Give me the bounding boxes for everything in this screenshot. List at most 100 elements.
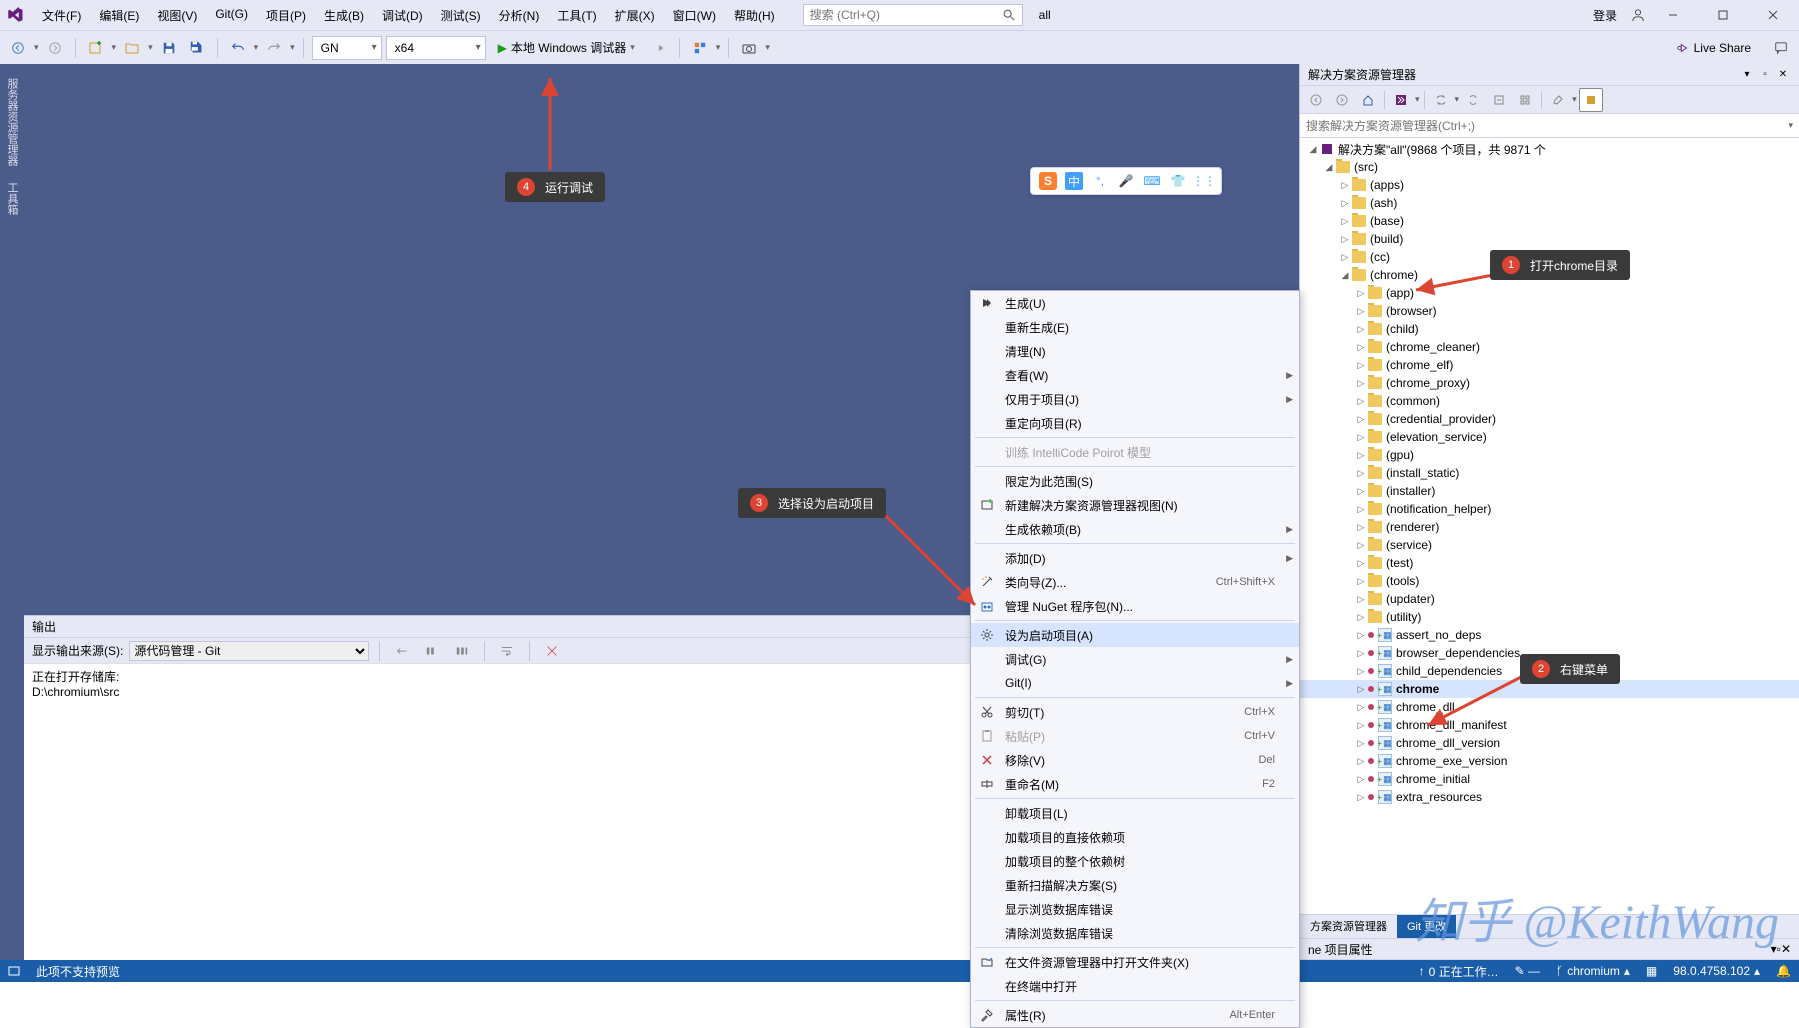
undo-button[interactable] [226, 36, 250, 60]
project-item[interactable]: ▷+▦chrome_dll_manifest [1300, 716, 1799, 734]
output-toggle2-button[interactable] [450, 639, 474, 663]
run-debug-button[interactable]: ▶ 本地 Windows 调试器 ▾ [490, 35, 643, 61]
tree-row[interactable]: ▷(base) [1300, 212, 1799, 230]
menu-item[interactable]: 调试(D) [374, 3, 431, 28]
context-menu-item[interactable]: 在文件资源管理器中打开文件夹(X) [971, 950, 1299, 974]
context-menu-item[interactable]: 剪切(T)Ctrl+X [971, 700, 1299, 724]
sol-collapse-button[interactable] [1487, 88, 1511, 112]
context-menu-item[interactable]: 添加(D)▶ [971, 546, 1299, 570]
menu-item[interactable]: 测试(S) [433, 3, 489, 28]
menu-item[interactable]: 生成(B) [316, 3, 372, 28]
solution-search-input[interactable]: ▾ [1300, 114, 1799, 138]
context-menu-item[interactable]: 属性(R)Alt+Enter [971, 1003, 1299, 1027]
menu-item[interactable]: 窗口(W) [665, 3, 724, 28]
tree-row[interactable]: ▷(common) [1300, 392, 1799, 410]
extension-button[interactable] [688, 36, 712, 60]
panel-close-button[interactable]: ✕ [1775, 67, 1791, 83]
live-share-button[interactable]: Live Share [1668, 37, 1759, 59]
tree-row[interactable]: ▷(child) [1300, 320, 1799, 338]
status-work[interactable]: ↑ 0 正在工作… [1419, 963, 1499, 980]
context-menu-item[interactable]: 显示浏览数据库错误 [971, 897, 1299, 921]
context-menu-item[interactable]: 卸载项目(L) [971, 801, 1299, 825]
context-menu-item[interactable]: 设为启动项目(A) [971, 623, 1299, 647]
sol-fwd-button[interactable] [1330, 88, 1354, 112]
status-pencil-icon[interactable]: ✎ — [1515, 964, 1540, 978]
save-all-button[interactable] [185, 36, 209, 60]
sol-home-button[interactable] [1356, 88, 1380, 112]
tree-row[interactable]: ▷(ash) [1300, 194, 1799, 212]
camera-button[interactable] [737, 36, 761, 60]
tree-row[interactable]: ▷(updater) [1300, 590, 1799, 608]
output-clear2-button[interactable] [540, 639, 564, 663]
context-menu-item[interactable]: 新建解决方案资源管理器视图(N) [971, 493, 1299, 517]
sol-showall-button[interactable] [1513, 88, 1537, 112]
ime-zh-icon[interactable]: 中 [1065, 172, 1083, 190]
server-explorer-tab[interactable]: 服务器资源管理器 [0, 70, 24, 174]
new-project-button[interactable] [84, 36, 108, 60]
nav-back-button[interactable] [6, 36, 30, 60]
menu-item[interactable]: 编辑(E) [91, 3, 147, 28]
tree-row[interactable]: ▷(chrome_elf) [1300, 356, 1799, 374]
context-menu-item[interactable]: 重命名(M)F2 [971, 772, 1299, 796]
menu-item[interactable]: 项目(P) [258, 3, 314, 28]
tree-row[interactable]: ▷(gpu) [1300, 446, 1799, 464]
menu-item[interactable]: 分析(N) [491, 3, 548, 28]
tree-row[interactable]: ▷(build) [1300, 230, 1799, 248]
panel-pin-button[interactable]: ▫ [1757, 67, 1773, 83]
menu-item[interactable]: 扩展(X) [607, 3, 663, 28]
props-close-button[interactable]: ✕ [1781, 942, 1791, 956]
menu-item[interactable]: 工具(T) [549, 3, 604, 28]
context-menu-item[interactable]: 生成(U) [971, 291, 1299, 315]
menu-item[interactable]: Git(G) [207, 3, 256, 28]
project-item[interactable]: ▷+▦chrome_dll_version [1300, 734, 1799, 752]
toolbox-tab[interactable]: 工具箱 [0, 174, 24, 223]
output-toggle1-button[interactable] [420, 639, 444, 663]
global-search-input[interactable] [803, 4, 1023, 26]
close-button[interactable] [1751, 1, 1795, 29]
nav-forward-button[interactable] [43, 36, 67, 60]
context-menu-item[interactable]: 限定为此范围(S) [971, 469, 1299, 493]
output-clear-button[interactable] [390, 639, 414, 663]
tree-row[interactable]: ▷(renderer) [1300, 518, 1799, 536]
tree-row[interactable]: ▷(test) [1300, 554, 1799, 572]
menu-item[interactable]: 文件(F) [34, 3, 89, 28]
context-menu-item[interactable]: 查看(W)▶ [971, 363, 1299, 387]
context-menu-item[interactable]: 加载项目的整个依赖树 [971, 849, 1299, 873]
context-menu-item[interactable]: 重新生成(E) [971, 315, 1299, 339]
context-menu-item[interactable]: Git(I)▶ [971, 671, 1299, 695]
project-item[interactable]: ▷+▦chrome_exe_version [1300, 752, 1799, 770]
sol-properties-button[interactable] [1546, 88, 1570, 112]
tree-row[interactable]: ▷(browser) [1300, 302, 1799, 320]
tree-row[interactable]: ▷(chrome_cleaner) [1300, 338, 1799, 356]
tree-row[interactable]: ▷(apps) [1300, 176, 1799, 194]
folder-src[interactable]: ◢(src) [1300, 158, 1799, 176]
sol-back-button[interactable] [1304, 88, 1328, 112]
panel-dropdown-button[interactable]: ▾ [1739, 67, 1755, 83]
platform-combo[interactable]: x64 [386, 36, 486, 60]
redo-button[interactable] [262, 36, 286, 60]
context-menu-item[interactable]: 重定向项目(R) [971, 411, 1299, 435]
context-menu-item[interactable]: 仅用于项目(J)▶ [971, 387, 1299, 411]
config-combo[interactable]: GN [312, 36, 382, 60]
context-menu-item[interactable]: 清理(N) [971, 339, 1299, 363]
ime-punct-icon[interactable]: °, [1091, 172, 1109, 190]
tree-row[interactable]: ▷(utility) [1300, 608, 1799, 626]
ime-voice-icon[interactable]: 🎤 [1117, 172, 1135, 190]
context-menu-item[interactable]: 清除浏览数据库错误 [971, 921, 1299, 945]
tree-row[interactable]: ▷(credential_provider) [1300, 410, 1799, 428]
tab-git-changes[interactable]: Git 更改 [1397, 915, 1456, 938]
minimize-button[interactable] [1651, 1, 1695, 29]
output-source-select[interactable]: 源代码管理 - Git [129, 641, 369, 661]
sol-sync-button[interactable] [1429, 88, 1453, 112]
tab-solution-explorer[interactable]: 方案资源管理器 [1300, 915, 1397, 938]
login-link[interactable]: 登录 [1585, 3, 1625, 28]
status-repo-icon[interactable]: ▦ [1646, 964, 1657, 978]
save-button[interactable] [157, 36, 181, 60]
context-menu-item[interactable]: 重新扫描解决方案(S) [971, 873, 1299, 897]
menu-item[interactable]: 视图(V) [149, 3, 205, 28]
context-menu-item[interactable]: 加载项目的直接依赖项 [971, 825, 1299, 849]
solution-root[interactable]: ◢解决方案"all"(9868 个项目，共 9871 个 [1300, 140, 1799, 158]
tree-row[interactable]: ▷(elevation_service) [1300, 428, 1799, 446]
context-menu-item[interactable]: 在终端中打开 [971, 974, 1299, 998]
menu-item[interactable]: 帮助(H) [726, 3, 783, 28]
